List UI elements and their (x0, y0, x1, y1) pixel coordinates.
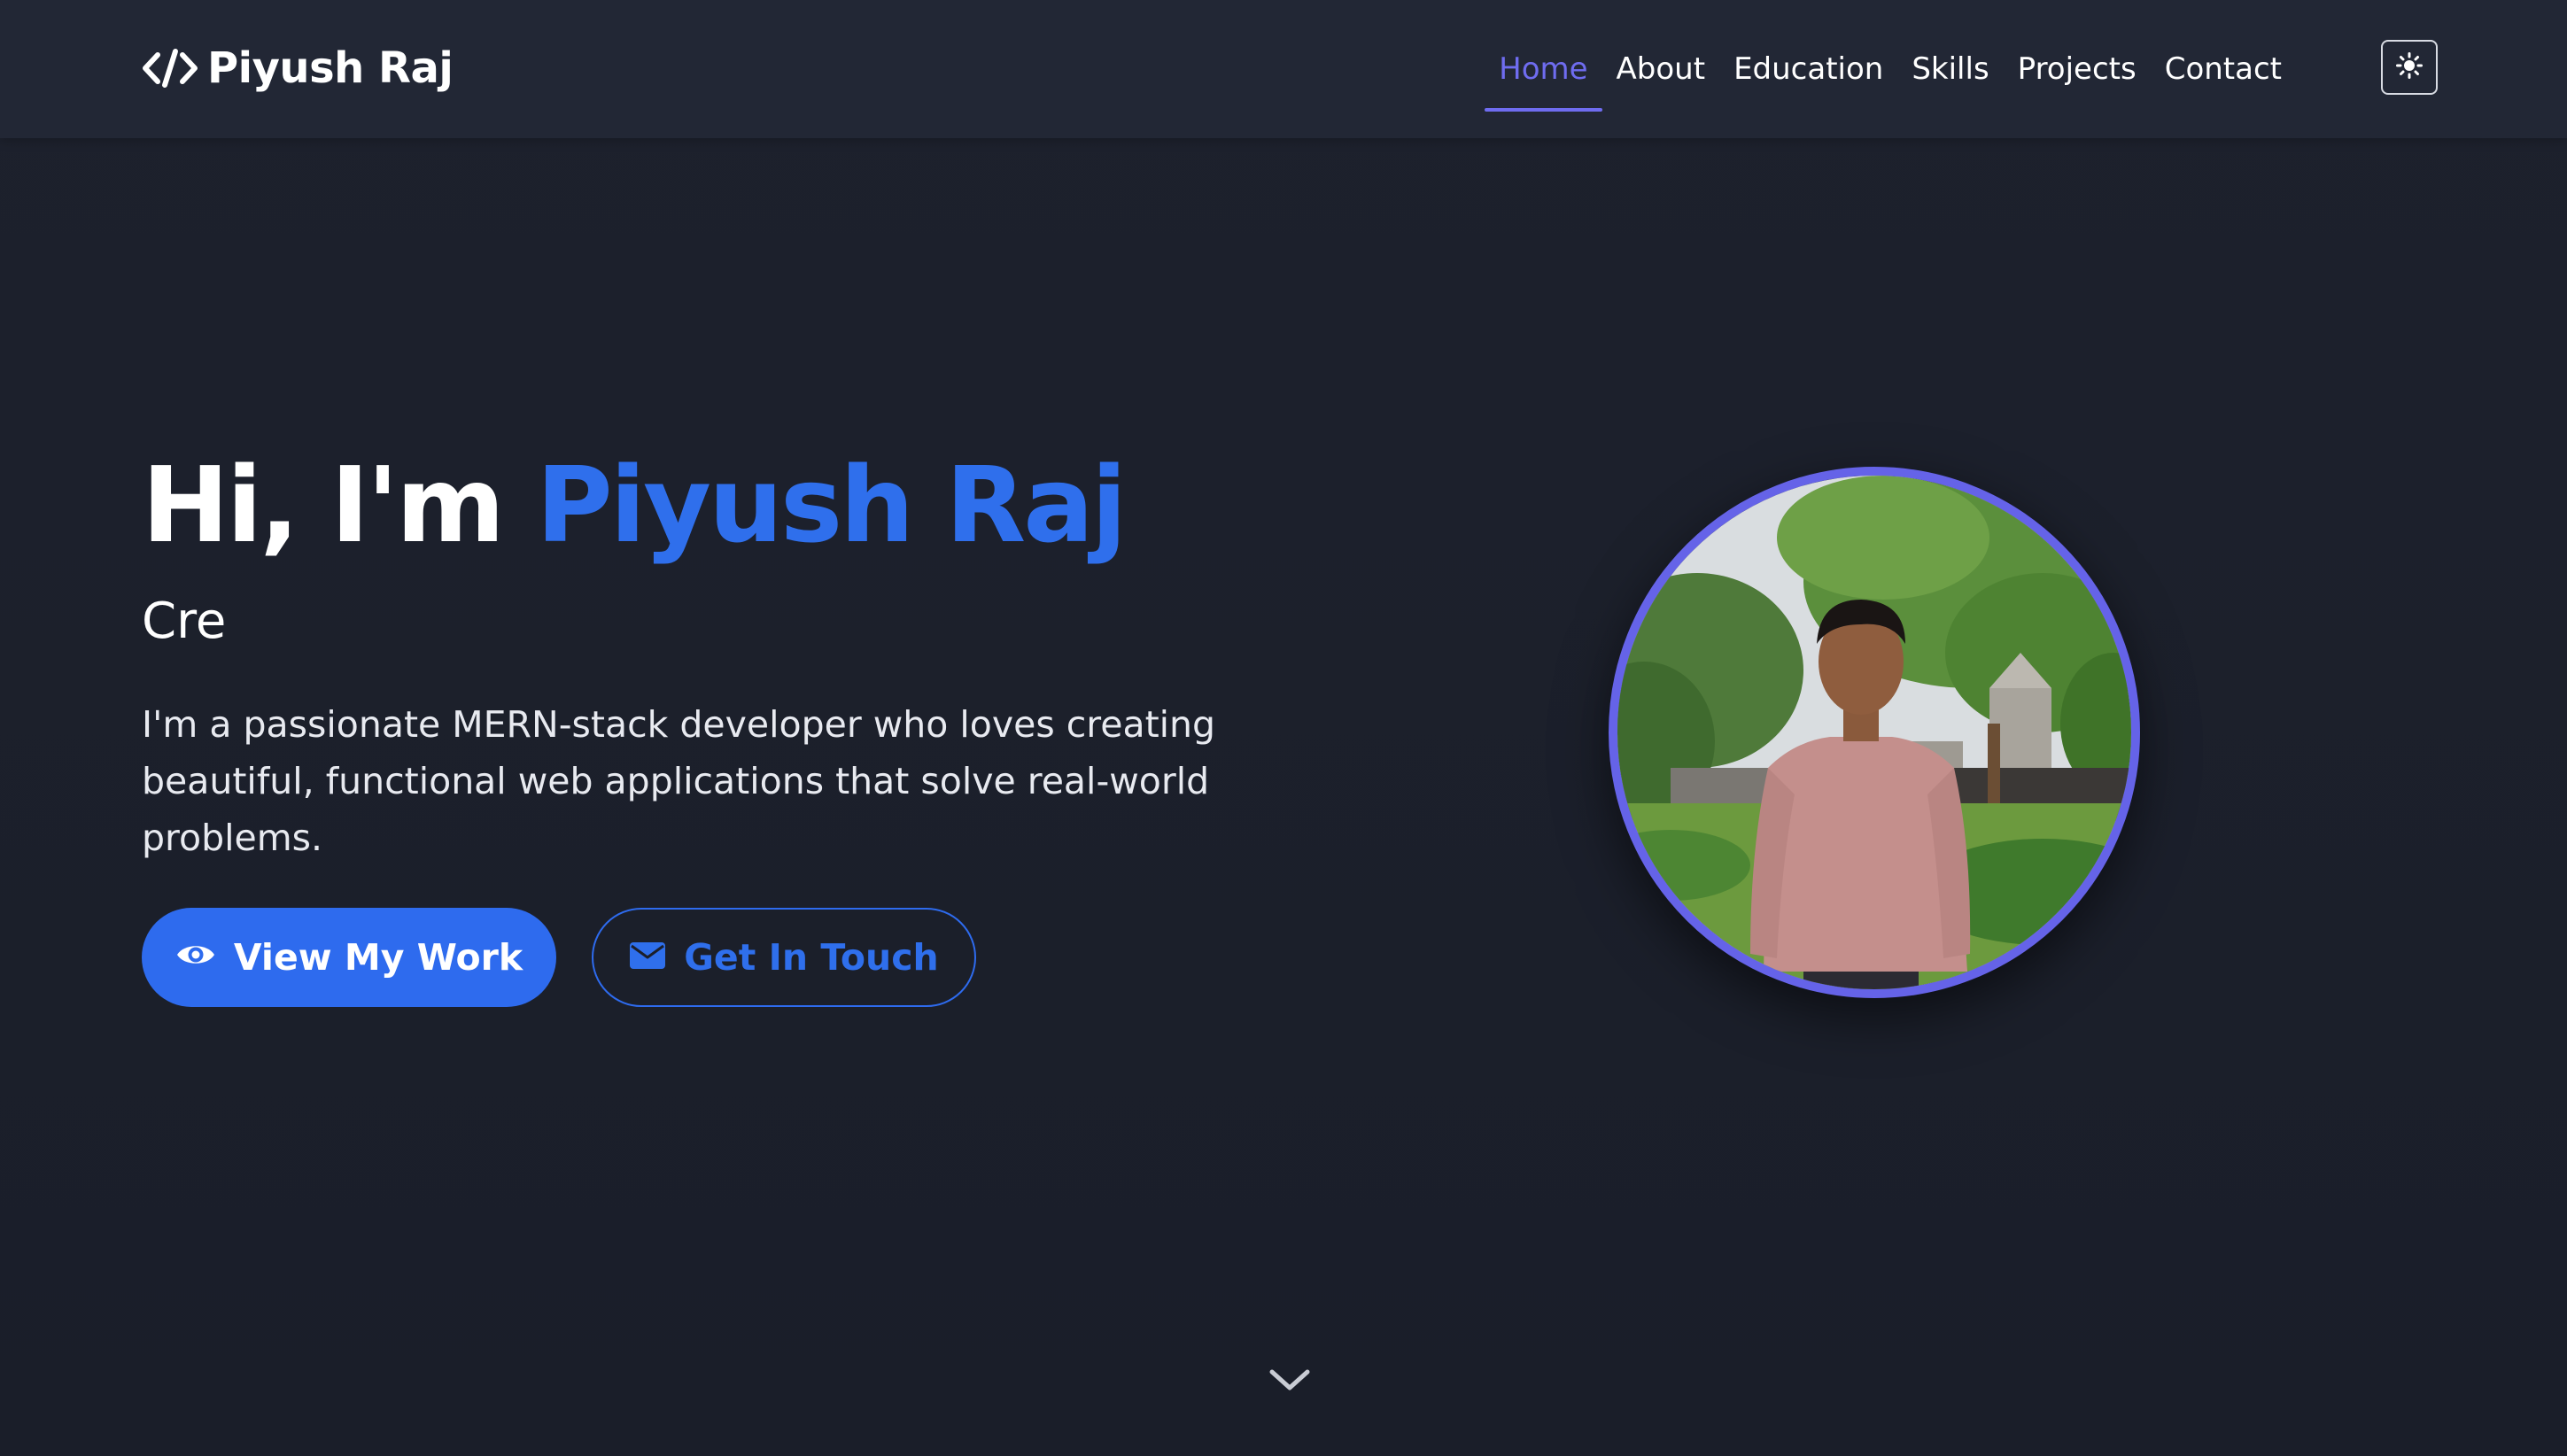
hero-name: Piyush Raj (536, 444, 1127, 566)
nav-item-skills[interactable]: Skills (1897, 44, 2003, 94)
view-my-work-label: View My Work (233, 936, 523, 979)
get-in-touch-label: Get In Touch (684, 936, 939, 979)
sun-icon (2396, 52, 2423, 82)
hero-description: I'm a passionate MERN-stack developer wh… (142, 703, 1216, 859)
nav-item-contact[interactable]: Contact (2151, 44, 2296, 94)
chevron-down-icon (1268, 1367, 1311, 1397)
typed-subtitle: Cre (142, 592, 227, 650)
brand-logo[interactable]: Piyush Raj (142, 39, 454, 97)
eye-icon (175, 936, 216, 979)
view-my-work-button[interactable]: View My Work (142, 908, 556, 1007)
scroll-down-indicator[interactable] (1265, 1364, 1315, 1399)
code-icon (142, 46, 198, 90)
theme-toggle-button[interactable] (2381, 40, 2438, 95)
nav-links: Home About Education Skills Projects Con… (1485, 44, 2296, 112)
nav-item-home[interactable]: Home (1485, 44, 1602, 112)
navbar: Piyush Raj Home About Education Skills P… (0, 0, 2567, 138)
profile-photo-illustration (1617, 476, 2131, 989)
hero-greeting: Hi, I'm (142, 444, 505, 566)
profile-photo (1609, 467, 2140, 998)
nav-item-about[interactable]: About (1602, 44, 1720, 94)
portfolio-page: Piyush Raj Home About Education Skills P… (0, 0, 2567, 1456)
brand-name: Piyush Raj (207, 43, 454, 93)
hero-title: Hi, I'm Piyush Raj (142, 443, 1127, 567)
get-in-touch-button[interactable]: Get In Touch (592, 908, 976, 1007)
nav-item-education[interactable]: Education (1719, 44, 1897, 94)
envelope-icon (629, 936, 666, 979)
nav-item-projects[interactable]: Projects (2004, 44, 2151, 94)
